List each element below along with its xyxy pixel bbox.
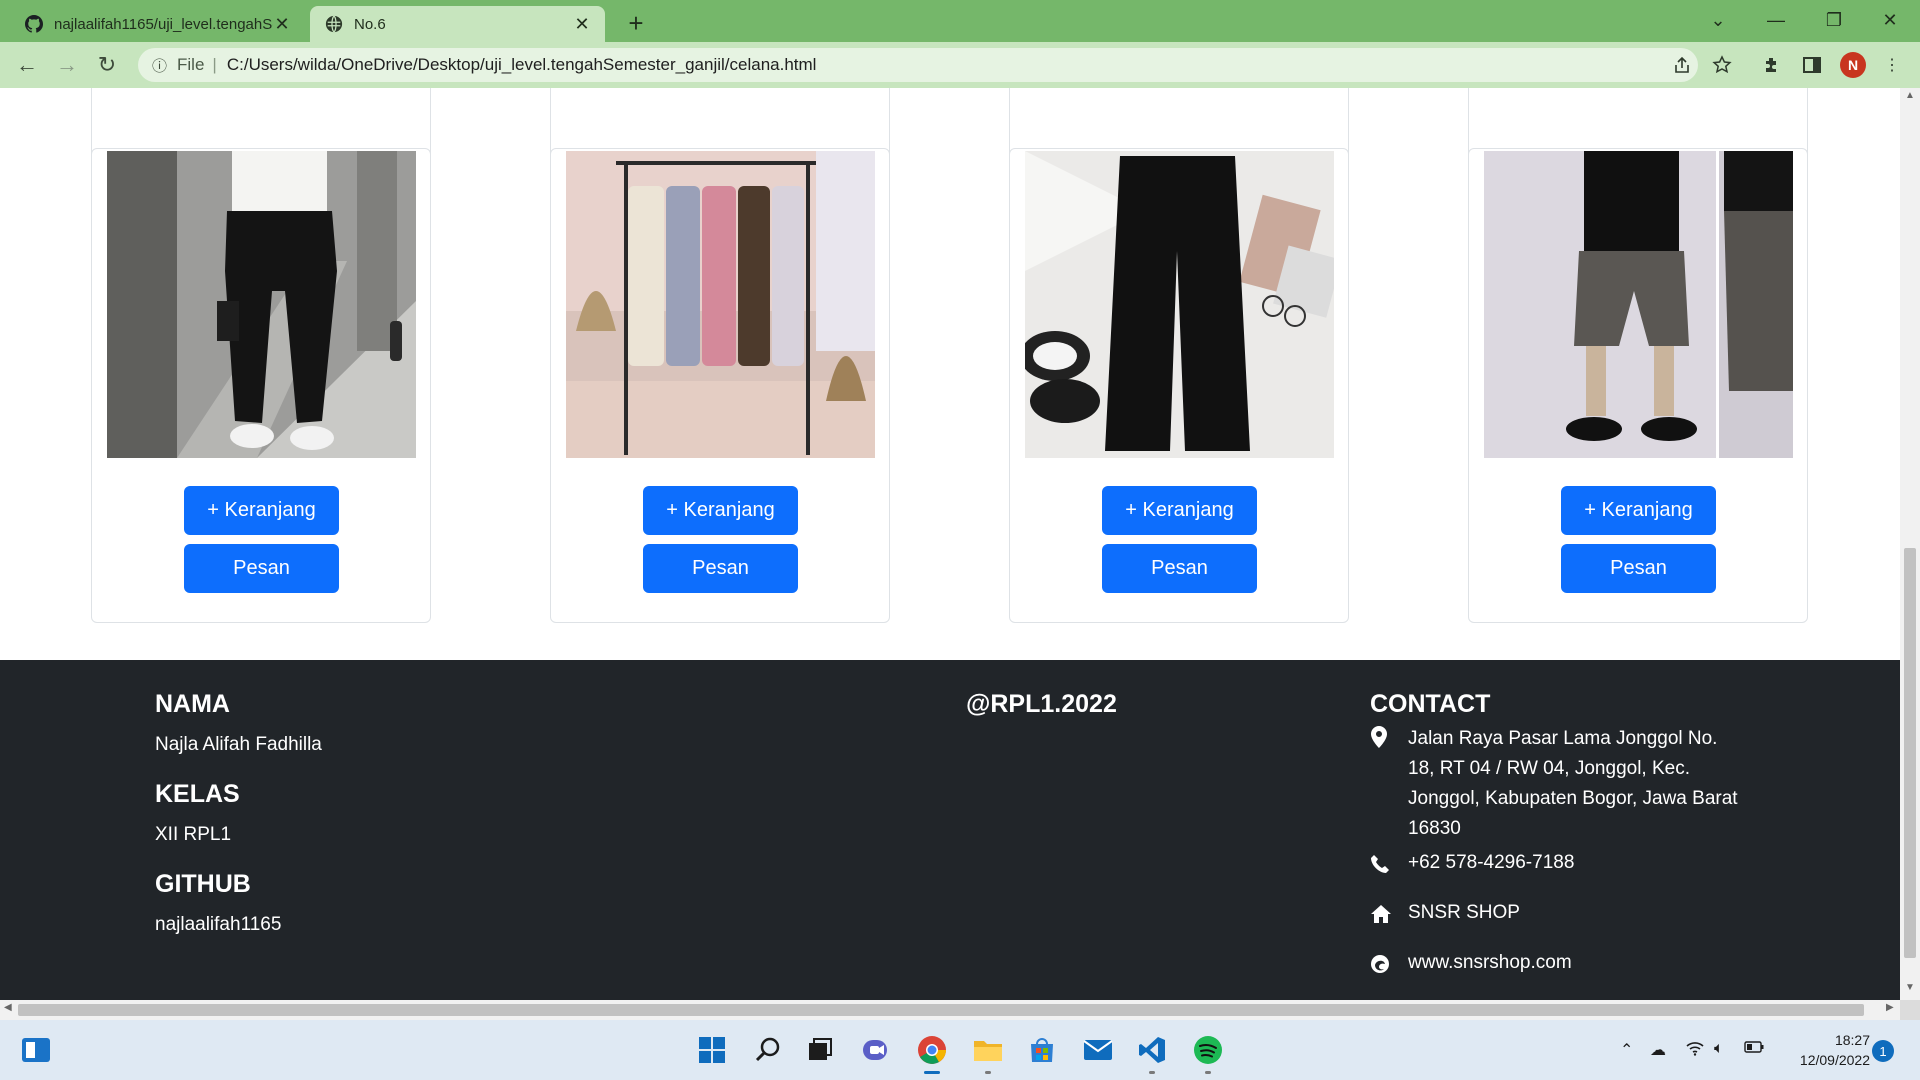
tab-strip: najlaalifah1165/uji_level.tengahSemester… bbox=[0, 0, 1920, 42]
reload-icon[interactable]: ↻ bbox=[92, 50, 122, 80]
product-card: + Keranjang Pesan bbox=[91, 148, 431, 623]
start-icon[interactable] bbox=[694, 1032, 730, 1068]
contact-shop-row: SNSR SHOP bbox=[1370, 902, 1520, 930]
url-text: C:/Users/wilda/OneDrive/Desktop/uji_leve… bbox=[226, 55, 817, 74]
footer-github-value: najlaalifah1165 bbox=[155, 914, 282, 935]
product-image-cargo-pants-on-rack[interactable] bbox=[566, 151, 875, 458]
tab-search-icon[interactable]: ⌄ bbox=[1690, 0, 1746, 40]
order-button[interactable]: Pesan bbox=[1102, 544, 1257, 593]
volume-icon[interactable]: 🔈︎ bbox=[1714, 1040, 1724, 1058]
share-icon[interactable] bbox=[1670, 53, 1694, 77]
menu-dots-icon[interactable]: ⋮ bbox=[1880, 53, 1904, 77]
profile-avatar[interactable]: N bbox=[1840, 52, 1866, 78]
tab-github[interactable]: najlaalifah1165/uji_level.tengahSemester… bbox=[10, 6, 305, 42]
windows-taskbar: ⌃ ☁ 🔈︎ 18:27 12/09/2022 1 bbox=[0, 1020, 1920, 1080]
separator: | bbox=[212, 55, 217, 74]
forward-icon[interactable]: → bbox=[52, 50, 82, 80]
browser-toolbar: ← → ↻ ⓘ File | C:/Users/wilda/OneDrive/D… bbox=[0, 42, 1920, 88]
extensions-icon[interactable] bbox=[1760, 53, 1784, 77]
contact-shop: SNSR SHOP bbox=[1408, 902, 1520, 923]
add-to-cart-button[interactable]: + Keranjang bbox=[1102, 486, 1257, 535]
battery-icon[interactable] bbox=[1744, 1040, 1764, 1058]
bookmark-star-icon[interactable] bbox=[1710, 53, 1734, 77]
product-card: + Keranjang Pesan bbox=[1009, 148, 1349, 623]
minimize-icon[interactable]: — bbox=[1748, 0, 1804, 40]
close-window-icon[interactable]: ✕ bbox=[1862, 0, 1918, 40]
product-image-grey-cargo-shorts[interactable] bbox=[1484, 151, 1793, 458]
scroll-right-icon[interactable]: ▶ bbox=[1886, 1002, 1894, 1013]
contact-phone: +62 578-4296-7188 bbox=[1408, 852, 1575, 873]
system-clock[interactable]: 18:27 12/09/2022 bbox=[1770, 1030, 1870, 1070]
side-panel-icon[interactable] bbox=[1800, 53, 1824, 77]
vertical-scrollbar[interactable]: ▲ ▼ bbox=[1900, 88, 1920, 1000]
order-button[interactable]: Pesan bbox=[643, 544, 798, 593]
product-image-black-cargo-jogger-pants[interactable] bbox=[107, 151, 416, 458]
clock-date: 12/09/2022 bbox=[1799, 1052, 1870, 1068]
product-card: + Keranjang Pesan bbox=[1468, 148, 1808, 623]
footer-nama-value: Najla Alifah Fadhilla bbox=[155, 734, 322, 755]
phone-icon bbox=[1370, 852, 1408, 880]
vertical-scroll-thumb[interactable] bbox=[1904, 548, 1916, 958]
scroll-left-icon[interactable]: ◀ bbox=[4, 1002, 12, 1013]
add-to-cart-button[interactable]: + Keranjang bbox=[184, 486, 339, 535]
scheme-label: File bbox=[177, 55, 205, 74]
back-icon[interactable]: ← bbox=[12, 50, 42, 80]
tab-title: No.6 bbox=[354, 15, 386, 33]
location-pin-icon bbox=[1370, 724, 1408, 844]
footer-kelas-value: XII RPL1 bbox=[155, 824, 232, 845]
product-image-black-wide-leg-pants[interactable] bbox=[1025, 151, 1334, 458]
info-icon[interactable]: ⓘ bbox=[152, 55, 167, 76]
order-button[interactable]: Pesan bbox=[1561, 544, 1716, 593]
clock-time: 18:27 bbox=[1834, 1032, 1870, 1048]
add-to-cart-button[interactable]: + Keranjang bbox=[1561, 486, 1716, 535]
github-icon bbox=[24, 14, 44, 34]
globe-icon bbox=[324, 14, 344, 34]
site-footer: NAMA Najla Alifah Fadhilla KELAS XII RPL… bbox=[0, 660, 1900, 1000]
tab-title: najlaalifah1165/uji_level.tengahSemester… bbox=[54, 15, 273, 33]
task-view-icon[interactable] bbox=[802, 1032, 838, 1068]
address-bar[interactable]: ⓘ File | C:/Users/wilda/OneDrive/Desktop… bbox=[138, 48, 1698, 82]
chat-icon[interactable] bbox=[858, 1032, 894, 1068]
tray-chevron-icon[interactable]: ⌃ bbox=[1620, 1040, 1633, 1060]
contact-website-row: www.snsrshop.com bbox=[1370, 952, 1572, 980]
home-icon bbox=[1370, 902, 1408, 930]
tab-active[interactable]: No.6 ✕ bbox=[310, 6, 605, 42]
wifi-icon[interactable] bbox=[1686, 1040, 1704, 1061]
vscode-icon[interactable] bbox=[1134, 1032, 1170, 1074]
network-settings-icon[interactable]: ☁ bbox=[1650, 1040, 1666, 1060]
close-tab-icon[interactable]: ✕ bbox=[573, 14, 591, 35]
footer-heading-contact: CONTACT bbox=[1370, 690, 1491, 718]
mail-icon[interactable] bbox=[1080, 1032, 1116, 1068]
edge-browser-icon bbox=[1370, 952, 1408, 980]
scroll-up-icon[interactable]: ▲ bbox=[1900, 90, 1920, 106]
notification-badge[interactable]: 1 bbox=[1872, 1040, 1894, 1062]
contact-address: Jalan Raya Pasar Lama Jonggol No. 18, RT… bbox=[1408, 728, 1738, 839]
page-viewport: + Keranjang Pesan + Keranjang Pesan + Ke… bbox=[0, 88, 1900, 1000]
search-icon[interactable] bbox=[750, 1032, 786, 1068]
horizontal-scrollbar[interactable]: ◀ ▶ bbox=[0, 1000, 1900, 1020]
file-explorer-icon[interactable] bbox=[970, 1032, 1006, 1074]
microsoft-store-icon[interactable] bbox=[1024, 1032, 1060, 1068]
contact-website[interactable]: www.snsrshop.com bbox=[1408, 952, 1572, 980]
contact-phone-row: +62 578-4296-7188 bbox=[1370, 852, 1574, 880]
footer-heading-github: GITHUB bbox=[155, 870, 251, 898]
order-button[interactable]: Pesan bbox=[184, 544, 339, 593]
spotify-icon[interactable] bbox=[1190, 1032, 1226, 1074]
add-to-cart-button[interactable]: + Keranjang bbox=[643, 486, 798, 535]
contact-address-row: Jalan Raya Pasar Lama Jonggol No. 18, RT… bbox=[1370, 724, 1748, 844]
restore-icon[interactable]: ❐ bbox=[1806, 0, 1862, 40]
product-card: + Keranjang Pesan bbox=[550, 148, 890, 623]
footer-heading-kelas: KELAS bbox=[155, 780, 240, 808]
horizontal-scroll-thumb[interactable] bbox=[18, 1004, 1864, 1016]
footer-copyright: @RPL1.2022 bbox=[966, 690, 1117, 718]
footer-heading-nama: NAMA bbox=[155, 690, 230, 718]
widgets-icon[interactable] bbox=[18, 1032, 54, 1068]
chrome-icon[interactable] bbox=[914, 1032, 950, 1074]
new-tab-button[interactable]: + bbox=[620, 8, 652, 40]
scroll-down-icon[interactable]: ▼ bbox=[1900, 982, 1920, 998]
scrollbar-corner bbox=[1900, 1000, 1920, 1020]
close-tab-icon[interactable]: ✕ bbox=[273, 14, 291, 35]
